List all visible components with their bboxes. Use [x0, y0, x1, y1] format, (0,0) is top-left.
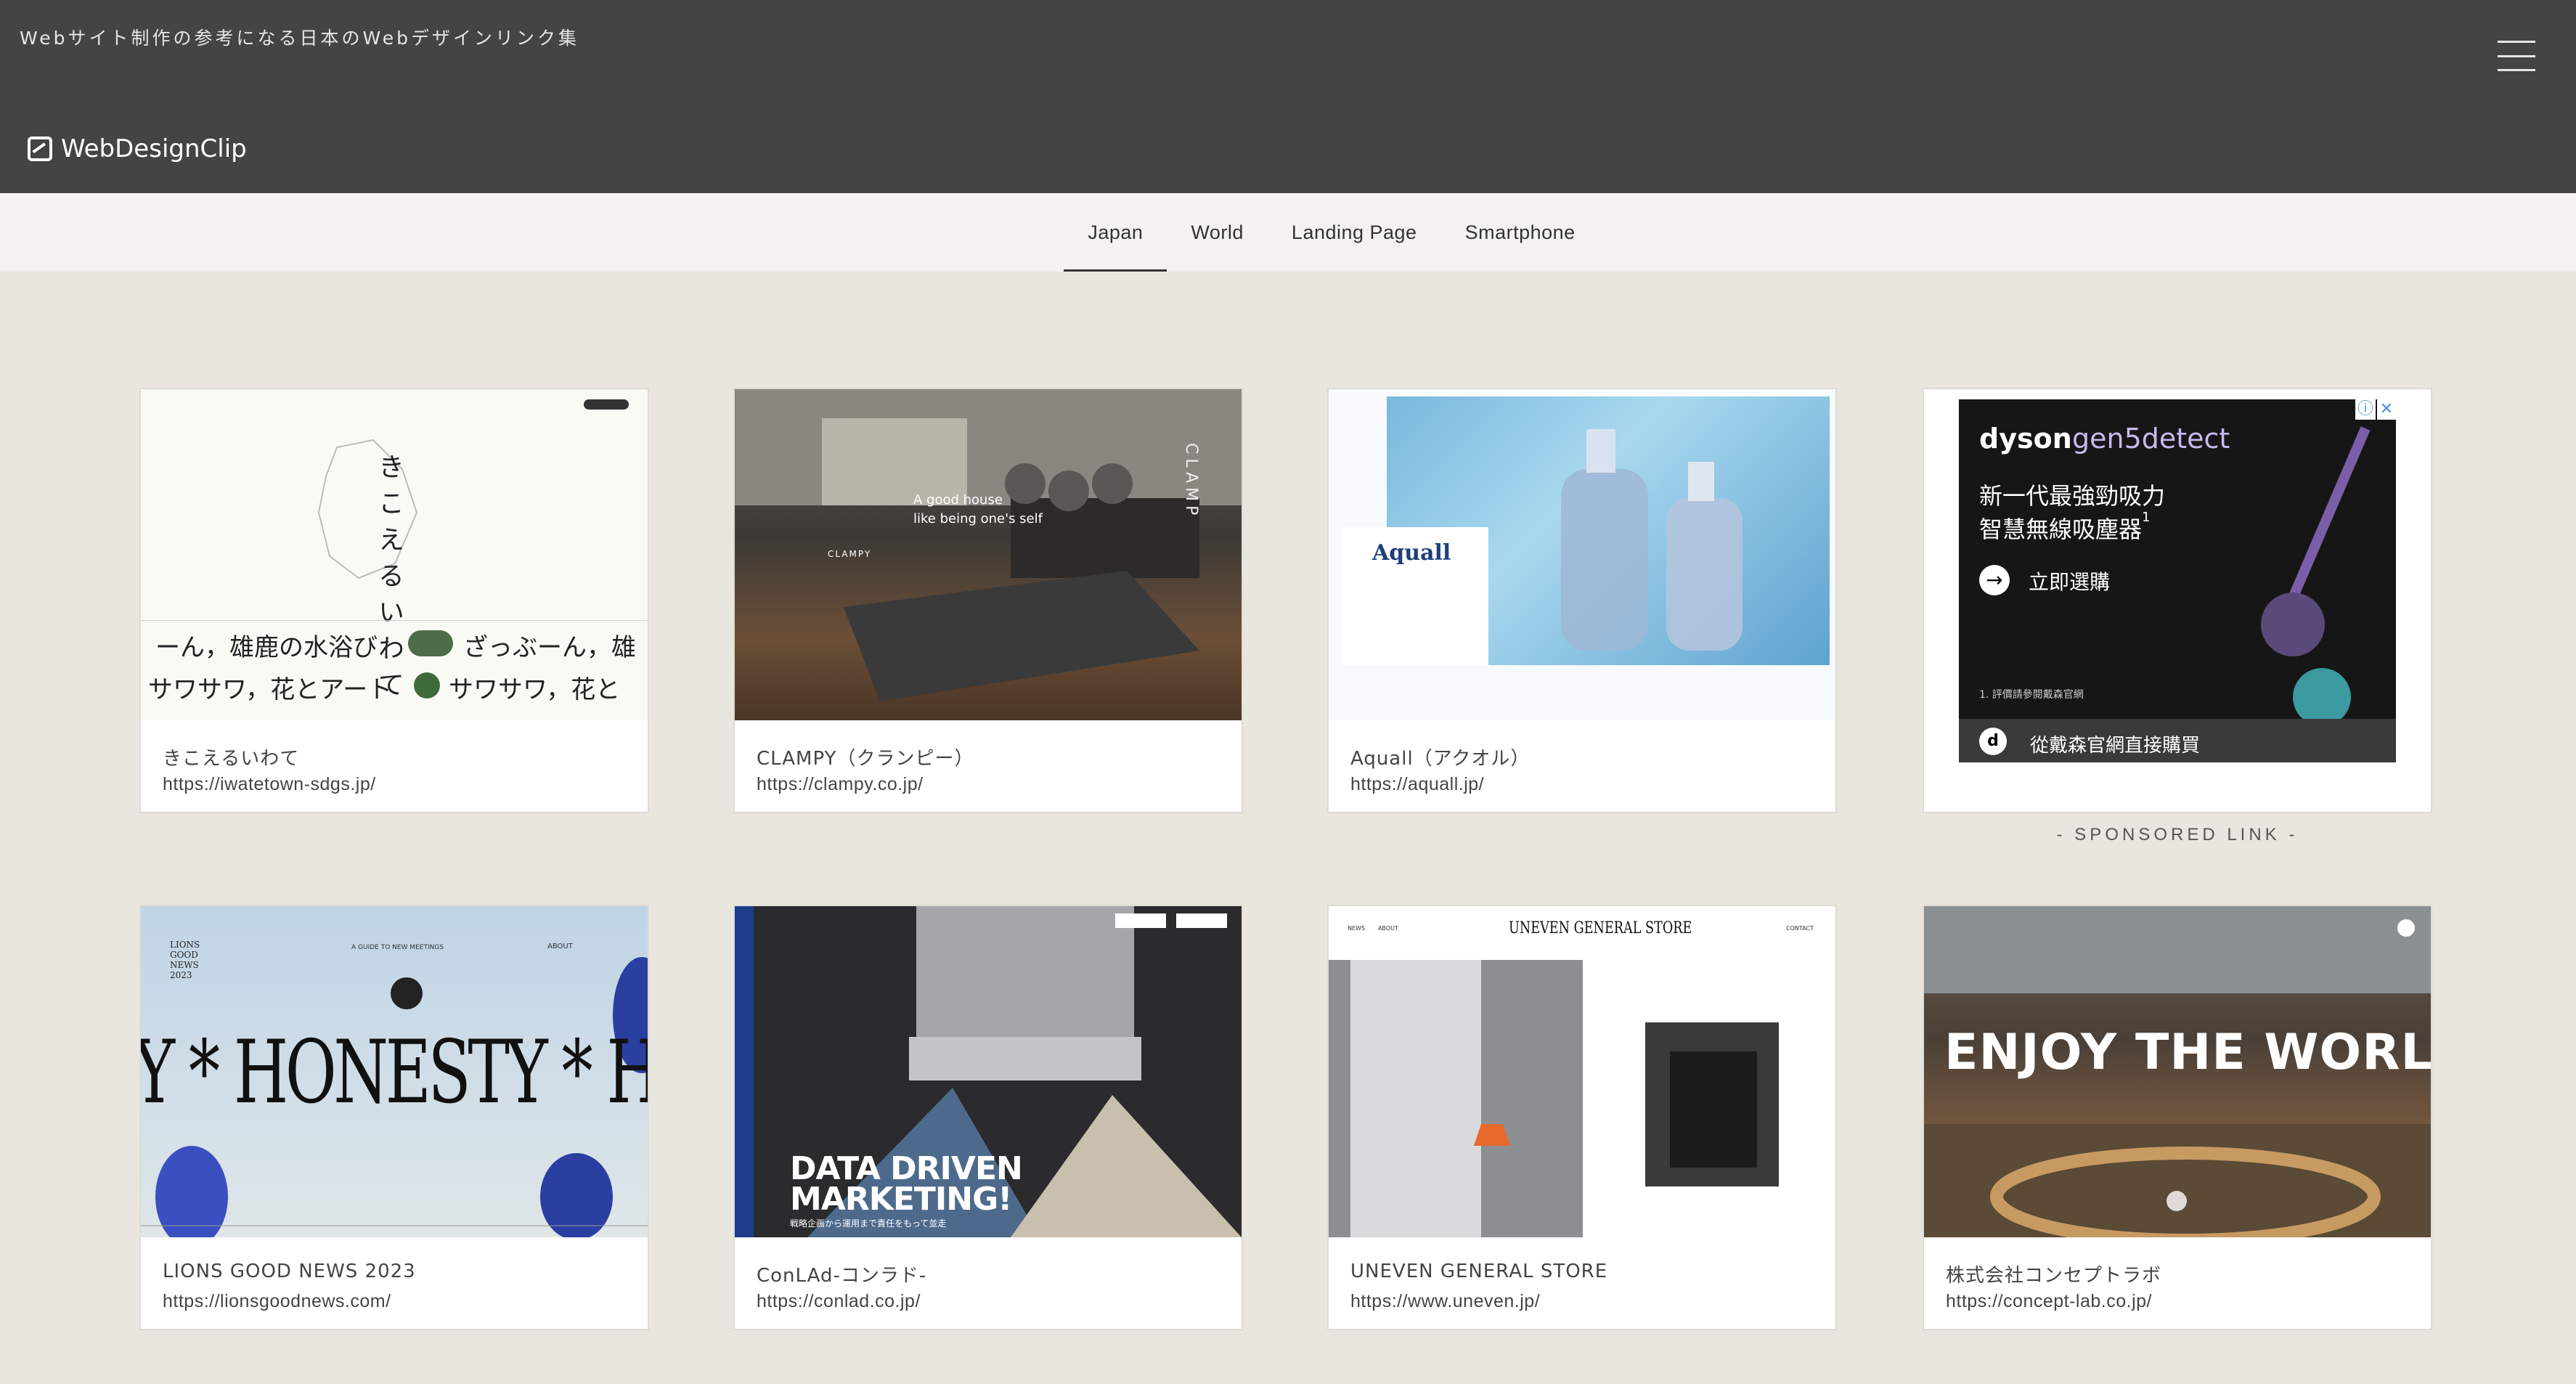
- interior-photo: [735, 389, 1242, 701]
- ad-brand: dyson: [1979, 423, 2072, 455]
- site-thumbnail[interactable]: Y * HONESTY * H LIONS GOOD NEWS 2023 A G…: [141, 906, 648, 1237]
- site-thumbnail[interactable]: A good house like being one's self CLAMP…: [735, 389, 1242, 720]
- site-url[interactable]: https://concept-lab.co.jp/: [1946, 1291, 2152, 1312]
- site-tagline: Webサイト制作の参考になる日本のWebデザインリンク集: [20, 28, 580, 49]
- category-nav: Japan World Landing Page Smartphone: [0, 193, 2576, 272]
- site-url[interactable]: https://iwatetown-sdgs.jp/: [163, 774, 376, 795]
- sponsored-ad-card[interactable]: dyson gen5detect 新一代最強勁吸力 智慧無線吸塵器 1 → 立即…: [1923, 388, 2432, 813]
- site-thumbnail[interactable]: Aquall: [1329, 389, 1835, 720]
- tab-world[interactable]: World: [1167, 193, 1268, 272]
- site-card[interactable]: UNEVEN GENERAL STORE NEWS ABOUT CONTACT …: [1327, 905, 1837, 1330]
- site-title[interactable]: きこえるいわて: [163, 744, 299, 770]
- thumb-nav-about: ABOUT: [1378, 925, 1398, 932]
- site-title[interactable]: ConLAd-コンラド-: [757, 1261, 926, 1287]
- site-thumbnail[interactable]: きこえるいわて ーん，雄鹿の水浴び ざっぶーん，雄 サワサワ，花とアート サワサ…: [141, 389, 648, 720]
- ad-headline-2: 智慧無線吸塵器: [1979, 516, 2143, 543]
- site-url[interactable]: https://conlad.co.jp/: [757, 1291, 921, 1312]
- site-title[interactable]: Aquall（アクオル）: [1350, 744, 1530, 770]
- thumb-marquee-3: サワサワ，花とアート: [148, 675, 393, 704]
- site-thumbnail[interactable]: DATA DRIVEN MARKETING! 戦略企画から運用まで責任をもって並…: [735, 906, 1242, 1237]
- ad-close-icon[interactable]: ✕: [2377, 399, 2396, 420]
- site-header: Webサイト制作の参考になる日本のWebデザインリンク集 WebDesignCl…: [0, 0, 2576, 193]
- site-title[interactable]: UNEVEN GENERAL STORE: [1350, 1261, 1607, 1282]
- site-card[interactable]: A good house like being one's self CLAMP…: [733, 388, 1243, 813]
- tab-smartphone[interactable]: Smartphone: [1441, 193, 1599, 272]
- logo-icon: [28, 137, 52, 161]
- dyson-ad[interactable]: dyson gen5detect 新一代最強勁吸力 智慧無線吸塵器 1 → 立即…: [1959, 399, 2396, 762]
- thumb-subtitle: A GUIDE TO NEW MEETINGS: [351, 944, 444, 951]
- thumb-vertical-brand: CLAMP: [1182, 443, 1200, 520]
- tab-japan[interactable]: Japan: [1064, 193, 1167, 272]
- thumb-nav-contact: CONTACT: [1786, 925, 1814, 932]
- site-card[interactable]: DATA DRIVEN MARKETING! 戦略企画から運用まで責任をもって並…: [733, 905, 1243, 1330]
- ad-cta[interactable]: 立即選購: [2029, 566, 2110, 595]
- thumb-marquee-2: ざっぶーん，雄: [463, 633, 636, 662]
- thumb-marquee-4: サワサワ，花と: [449, 675, 621, 704]
- thumb-nav-news: NEWS: [1348, 925, 1366, 932]
- menu-icon[interactable]: [2498, 41, 2535, 71]
- site-url[interactable]: https://www.uneven.jp/: [1350, 1291, 1540, 1312]
- thumb-nav-about: ABOUT: [547, 943, 573, 951]
- thumb-subline: 戦略企画から運用まで責任をもって並走: [790, 1218, 947, 1229]
- site-title[interactable]: CLAMPY（クランピー）: [757, 744, 974, 770]
- site-card[interactable]: ENJOY THE WORLD 株式会社コンセプトラボ https://conc…: [1923, 905, 2432, 1330]
- ad-product: gen5detect: [2072, 423, 2230, 455]
- thumb-tagline-2: like being one's self: [913, 511, 1043, 526]
- thumb-marquee-1: ーん，雄鹿の水浴び: [155, 633, 378, 662]
- site-url[interactable]: https://aquall.jp/: [1350, 774, 1484, 795]
- site-thumbnail[interactable]: UNEVEN GENERAL STORE NEWS ABOUT CONTACT: [1329, 906, 1835, 1237]
- site-logo[interactable]: WebDesignClip: [28, 131, 247, 167]
- ad-footnote: 1. 評價請參閱戴森官網: [1979, 689, 2084, 701]
- site-title[interactable]: 株式会社コンセプトラボ: [1946, 1261, 2161, 1287]
- thumb-brand: CLAMPY: [828, 549, 872, 559]
- site-url[interactable]: https://lionsgoodnews.com/: [163, 1291, 391, 1312]
- dyson-d-icon: d: [1979, 728, 2007, 755]
- thumb-headline: ENJOY THE WORLD: [1944, 1024, 2431, 1081]
- thumb-brand: Aquall: [1372, 540, 1451, 566]
- thumb-logo: LIONS GOOD NEWS 2023: [170, 940, 200, 980]
- thumb-tagline-1: A good house: [913, 492, 1003, 508]
- site-url[interactable]: https://clampy.co.jp/: [757, 774, 924, 795]
- thumb-headline-2: MARKETING!: [790, 1181, 1012, 1218]
- sponsored-link-label: - SPONSORED LINK -: [2056, 825, 2299, 844]
- site-card[interactable]: Y * HONESTY * H LIONS GOOD NEWS 2023 A G…: [139, 905, 649, 1330]
- ad-bottom-cta[interactable]: 從戴森官網直接購買: [2030, 730, 2200, 757]
- thumb-vertical-title: きこえるいわて: [374, 453, 404, 707]
- adchoices-info-icon[interactable]: ⓘ: [2355, 399, 2376, 420]
- tab-landing-page[interactable]: Landing Page: [1268, 193, 1441, 272]
- arrow-right-icon: →: [1979, 565, 2010, 595]
- ad-headline-1: 新一代最強勁吸力: [1979, 482, 2166, 510]
- ad-footnote-mark: 1: [2142, 510, 2151, 525]
- site-card[interactable]: きこえるいわて ーん，雄鹿の水浴び ざっぶーん，雄 サワサワ，花とアート サワサ…: [139, 388, 649, 813]
- site-thumbnail[interactable]: ENJOY THE WORLD: [1924, 906, 2431, 1237]
- fashion-photos: [1329, 960, 1779, 1237]
- thumb-marquee: Y * HONESTY * H: [141, 1022, 648, 1123]
- site-card[interactable]: Aquall Aquall（アクオル） https://aquall.jp/: [1327, 388, 1837, 813]
- logo-text: WebDesignClip: [61, 134, 247, 163]
- thumb-store-name: UNEVEN GENERAL STORE: [1509, 919, 1692, 937]
- site-title[interactable]: LIONS GOOD NEWS 2023: [163, 1261, 416, 1282]
